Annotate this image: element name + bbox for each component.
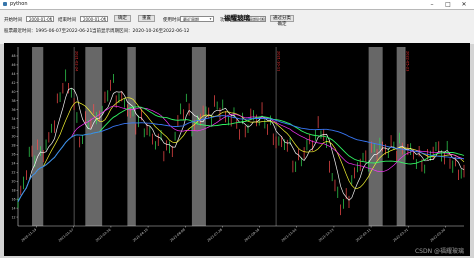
y-tick-label: 12 (11, 215, 15, 219)
y-tick-label: 42 (11, 81, 15, 85)
y-tick-label: 36 (11, 108, 15, 112)
x-tick-label: 2021-06-08 (169, 228, 186, 243)
y-tick-label: 26 (11, 153, 15, 157)
y-tick-label: 46 (11, 63, 15, 67)
x-tick-label: 2020-11-19 (20, 228, 37, 243)
maximize-icon[interactable]: □ (440, 0, 456, 9)
x-tick-label: 2022-05-20 (429, 228, 446, 243)
y-tick-label: 34 (11, 117, 15, 121)
x-tick-label: 2021-09-16 (243, 228, 260, 243)
shaded-period (191, 47, 206, 226)
x-tick-label: 2021-02-26 (95, 228, 112, 243)
x-tick-label: 2021-01-07 (58, 228, 75, 243)
marker-label: 2022-05-23 (406, 51, 410, 71)
y-tick-label: 18 (11, 188, 15, 192)
y-tick-label: 44 (11, 72, 15, 76)
x-tick-label: 2021-12-23 (318, 228, 335, 243)
window-title: python (10, 1, 28, 7)
watermark: CSDN @福耀玻璃 (414, 248, 464, 255)
shaded-period (368, 47, 383, 226)
stock-chart[interactable]: 2021-02-24 2021-10-11 2022-05-23 12 14 16 18 20… (4, 43, 470, 256)
shaded-period (32, 47, 44, 226)
x-tick-label: 2022-02-11 (355, 228, 372, 243)
display-range-info: 当前显示周期区间：2020-10-26至2022-06-12 (92, 29, 190, 34)
y-tick-label: 38 (11, 99, 15, 103)
window-controls: – □ ✕ (424, 0, 472, 9)
y-tick-label: 40 (11, 90, 15, 94)
shaded-period (85, 47, 103, 226)
y-tick-label: 28 (11, 144, 15, 148)
y-tick-label: 16 (11, 197, 15, 201)
close-icon[interactable]: ✕ (456, 0, 472, 9)
marker-label: 2021-02-24 (75, 51, 79, 72)
python-app-icon (3, 2, 7, 6)
y-tick-label: 22 (11, 171, 15, 175)
y-tick-label: 32 (11, 126, 15, 130)
shaded-period (127, 47, 136, 226)
minimize-icon[interactable]: – (424, 0, 440, 9)
y-tick-label: 48 (11, 54, 15, 58)
stock-range-info: 股票最近时间：1995-06-07至2022-06-21 (4, 29, 93, 34)
x-tick-label: 2022-03-31 (392, 228, 409, 243)
chart-title: 福耀玻璃 (224, 14, 250, 22)
title-bar: python – □ ✕ (0, 0, 474, 10)
x-tick-label: 2021-11-04 (281, 228, 298, 243)
x-tick-label: 2021-07-28 (206, 228, 223, 243)
y-tick-label: 24 (11, 162, 15, 166)
marker-label: 2021-10-11 (277, 51, 281, 71)
y-tick-label: 14 (11, 206, 15, 210)
stock-chart-area[interactable]: 2021-02-24 2021-10-11 2022-05-23 12 14 16 18 20… (4, 43, 470, 256)
x-tick-label: 2021-04-19 (132, 228, 149, 243)
y-tick-label: 20 (11, 179, 15, 183)
y-tick-label: 30 (11, 135, 15, 139)
shaded-period (396, 47, 406, 226)
